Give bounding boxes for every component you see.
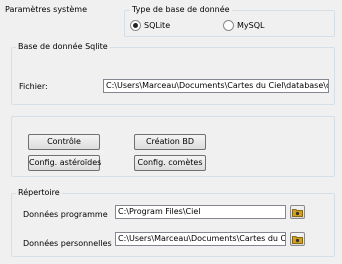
radio-sqlite[interactable]: SQLite xyxy=(130,19,190,32)
file-label: Fichier: xyxy=(19,82,48,91)
db-type-legend: Type de base de donnée xyxy=(130,5,232,15)
directory-legend: Répertoire xyxy=(16,188,62,198)
sqlite-group: Base de donnée Sqlite xyxy=(11,42,335,105)
radio-mysql-label: MySQL xyxy=(237,21,265,30)
config-asteroids-button[interactable]: Config. astéroïdes xyxy=(28,155,101,171)
program-data-input[interactable]: C:\Program Files\Ciel xyxy=(115,205,286,219)
create-db-button[interactable]: Création BD xyxy=(134,134,206,150)
program-data-label: Données programme xyxy=(23,210,108,219)
program-data-browse-button[interactable] xyxy=(290,205,305,219)
personal-data-input[interactable]: C:\Users\Marceau\Documents\Cartes du Cie… xyxy=(115,232,286,246)
sqlite-legend: Base de donnée Sqlite xyxy=(16,42,110,52)
page-title: Paramètres système xyxy=(5,5,87,14)
folder-icon xyxy=(292,235,303,244)
personal-data-label: Données personnelles xyxy=(23,239,112,248)
radio-sqlite-label: SQLite xyxy=(144,21,171,30)
folder-icon xyxy=(292,208,303,217)
file-input[interactable]: C:\Users\Marceau\Documents\Cartes du Cie… xyxy=(103,79,329,93)
control-button[interactable]: Contrôle xyxy=(28,134,100,150)
personal-data-browse-button[interactable] xyxy=(290,232,305,246)
radio-mysql-indicator[interactable] xyxy=(223,20,234,31)
config-comets-button[interactable]: Config. comètes xyxy=(134,155,206,171)
radio-mysql[interactable]: MySQL xyxy=(223,19,283,32)
settings-page: { "page_title": "Paramètres système", "d… xyxy=(0,0,342,264)
radio-sqlite-indicator[interactable] xyxy=(130,20,141,31)
